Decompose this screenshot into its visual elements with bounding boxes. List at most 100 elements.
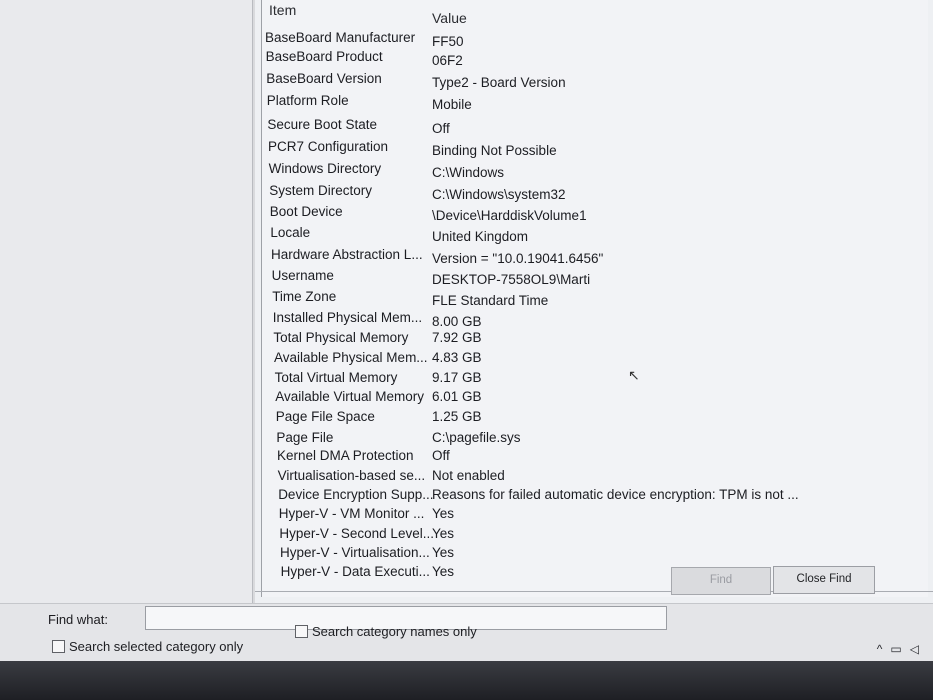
close-find-button[interactable]: Close Find <box>773 566 875 594</box>
table-row[interactable]: Platform Role Mobile <box>262 93 922 113</box>
row-item-value: Yes <box>432 564 455 579</box>
row-item-name: Hyper-V - Data Executi... <box>280 564 430 579</box>
column-header-item[interactable]: Item <box>269 2 296 18</box>
row-item-value: Version = "10.0.19041.6456" <box>432 251 604 266</box>
table-row[interactable]: Time Zone FLE Standard Time <box>262 289 922 309</box>
row-item-name: Windows Directory <box>268 161 382 176</box>
table-row[interactable]: Windows Directory C:\Windows <box>262 161 922 181</box>
volume-icon[interactable]: ◁ <box>910 642 919 656</box>
row-item-name: Virtualisation-based se... <box>277 468 426 483</box>
table-row[interactable]: Device Encryption Supp... Reasons for fai… <box>262 487 922 507</box>
row-item-name: Page File <box>276 430 334 445</box>
table-row[interactable]: Page File C:\pagefile.sys <box>262 430 922 450</box>
row-item-value: 06F2 <box>432 53 463 68</box>
table-row[interactable]: BaseBoard Product 06F2 <box>262 49 922 69</box>
row-item-name: Username <box>271 268 334 283</box>
table-row[interactable]: System Directory C:\Windows\system32 <box>262 183 922 203</box>
row-item-name: Hyper-V - VM Monitor ... <box>278 506 425 521</box>
search-selected-category-label: Search selected category only <box>69 639 244 654</box>
table-row[interactable]: Hyper-V - VM Monitor ... Yes <box>262 506 922 526</box>
row-item-value: Yes <box>432 526 455 541</box>
table-row[interactable]: Username DESKTOP-7558OL9\Marti <box>262 268 922 288</box>
table-row[interactable]: Hyper-V - Virtualisation... Yes <box>262 545 922 565</box>
table-row[interactable]: Hardware Abstraction L... Version = "10.0… <box>262 247 922 267</box>
row-item-value: United Kingdom <box>432 229 529 244</box>
row-item-name: Total Virtual Memory <box>274 370 398 385</box>
category-tree-pane[interactable] <box>0 0 253 603</box>
mouse-cursor-icon: ↖ <box>628 367 640 383</box>
row-item-value: FF50 <box>432 34 464 49</box>
row-item-value: Reasons for failed automatic device encr… <box>432 487 799 502</box>
details-list-pane[interactable]: Item Value BaseBoard Manufacturer FF50 Bas… <box>255 0 933 603</box>
row-item-name: Kernel DMA Protection <box>277 448 414 463</box>
row-item-name: BaseBoard Version <box>266 71 382 86</box>
table-row[interactable]: BaseBoard Manufacturer FF50 <box>262 30 922 50</box>
row-item-value: Binding Not Possible <box>432 143 557 158</box>
row-item-value: Not enabled <box>432 468 505 483</box>
row-item-value: C:\pagefile.sys <box>432 430 521 445</box>
row-item-name: Hyper-V - Second Level... <box>279 526 434 541</box>
table-row[interactable]: BaseBoard Version Type2 - Board Version <box>262 71 922 91</box>
row-item-name: Boot Device <box>269 204 343 219</box>
row-item-name: Available Virtual Memory <box>275 389 425 404</box>
row-item-value: DESKTOP-7558OL9\Marti <box>432 272 591 287</box>
checkbox-icon[interactable] <box>52 640 65 653</box>
row-item-value: 8.00 GB <box>432 314 482 329</box>
row-item-name: Time Zone <box>272 289 337 304</box>
row-item-value: C:\Windows\system32 <box>432 187 566 202</box>
row-item-value: 7.92 GB <box>432 330 482 345</box>
find-button[interactable]: Find <box>671 567 771 595</box>
search-category-names-checkbox[interactable]: Search category names only <box>295 624 477 639</box>
details-list[interactable]: Item Value BaseBoard Manufacturer FF50 Bas… <box>261 0 928 597</box>
table-row[interactable]: Boot Device \Device\HarddiskVolume1 <box>262 204 922 224</box>
row-item-name: Locale <box>270 225 311 240</box>
row-item-value: FLE Standard Time <box>432 293 549 308</box>
table-row[interactable]: Total Physical Memory 7.92 GB <box>262 330 922 350</box>
row-item-value: 6.01 GB <box>432 389 482 404</box>
table-row[interactable]: Page File Space 1.25 GB <box>262 409 922 429</box>
row-item-value: 4.83 GB <box>432 350 482 365</box>
find-bar: Find Close Find Find what: Search select… <box>0 566 933 662</box>
row-item-value: Off <box>432 448 450 463</box>
row-item-name: Page File Space <box>275 409 375 424</box>
search-selected-category-checkbox[interactable]: Search selected category only <box>52 639 243 654</box>
row-item-name: Total Physical Memory <box>273 330 409 345</box>
row-item-name: Device Encryption Supp... <box>278 487 434 502</box>
row-item-name: Secure Boot State <box>267 117 377 132</box>
row-item-value: Mobile <box>432 97 472 112</box>
row-item-value: C:\Windows <box>432 165 505 180</box>
search-category-names-label: Search category names only <box>312 624 477 639</box>
row-item-value: Yes <box>432 506 455 521</box>
row-item-name: PCR7 Configuration <box>268 139 389 154</box>
table-row[interactable]: Available Virtual Memory 6.01 GB <box>262 389 922 409</box>
table-row[interactable]: Total Virtual Memory 9.17 GB <box>262 370 922 390</box>
table-row[interactable]: Hyper-V - Second Level... Yes <box>262 526 922 546</box>
network-icon[interactable]: ▭ <box>890 642 901 656</box>
row-item-value: 1.25 GB <box>432 409 482 424</box>
column-header-value[interactable]: Value <box>432 10 467 26</box>
checkbox-icon[interactable] <box>295 625 308 638</box>
table-row[interactable]: Kernel DMA Protection Off <box>262 448 922 468</box>
row-item-name: Available Physical Mem... <box>274 350 428 365</box>
table-row[interactable]: Locale United Kingdom <box>262 225 922 245</box>
chevron-up-icon[interactable]: ^ <box>877 642 883 656</box>
table-row[interactable]: Secure Boot State Off <box>262 117 922 137</box>
row-item-name: Installed Physical Mem... <box>272 310 423 325</box>
row-item-name: Hyper-V - Virtualisation... <box>280 545 430 560</box>
row-item-value: Off <box>432 121 450 136</box>
row-item-name: Hardware Abstraction L... <box>271 247 423 262</box>
row-item-name: BaseBoard Manufacturer <box>265 30 416 45</box>
row-item-name: BaseBoard Product <box>265 49 383 64</box>
system-tray: ^ ▭ ◁ <box>877 642 919 656</box>
row-item-value: \Device\HarddiskVolume1 <box>432 208 587 223</box>
row-item-value: 9.17 GB <box>432 370 482 385</box>
table-row[interactable]: Installed Physical Mem... 8.00 GB <box>262 310 922 330</box>
row-item-value: Type2 - Board Version <box>432 75 566 90</box>
row-item-name: Platform Role <box>266 93 349 108</box>
row-item-name: System Directory <box>269 183 372 198</box>
table-row[interactable]: Virtualisation-based se... Not enabled <box>262 468 922 488</box>
taskbar <box>0 661 933 700</box>
table-row[interactable]: PCR7 Configuration Binding Not Possible <box>262 139 922 159</box>
row-item-value: Yes <box>432 545 455 560</box>
table-row[interactable]: Available Physical Mem... 4.83 GB <box>262 350 922 370</box>
